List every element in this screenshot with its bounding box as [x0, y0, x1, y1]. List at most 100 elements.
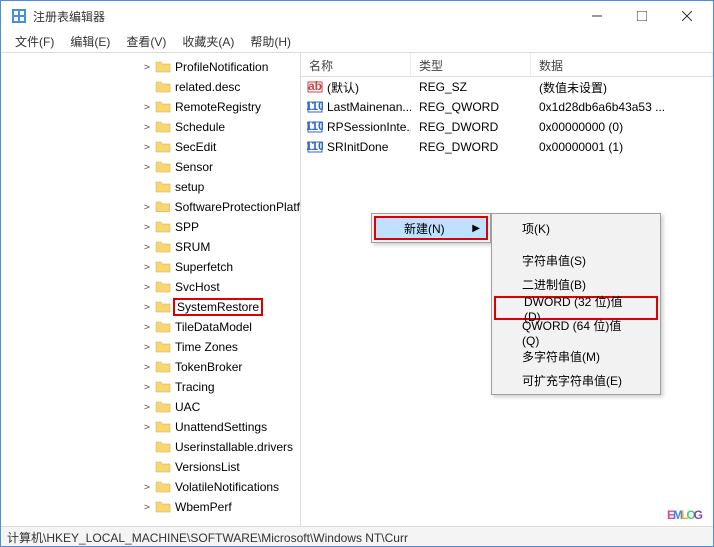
- ctx-expandstr[interactable]: 可扩充字符串值(E): [494, 368, 658, 392]
- tree-label: Superfetch: [175, 260, 233, 274]
- ctx-qword[interactable]: QWORD (64 位)值(Q): [494, 320, 658, 344]
- expand-icon[interactable]: >: [141, 321, 153, 333]
- maximize-button[interactable]: [619, 1, 664, 31]
- expand-icon[interactable]: >: [141, 501, 153, 513]
- tree-item[interactable]: Userinstallable.drivers: [1, 437, 300, 457]
- tree-item[interactable]: > TileDataModel: [1, 317, 300, 337]
- folder-icon: [155, 479, 171, 495]
- tree-item[interactable]: >Tracing: [1, 377, 300, 397]
- watermark: EMLOG: [667, 508, 701, 522]
- tree-item[interactable]: > Superfetch: [1, 257, 300, 277]
- tree-label: SRUM: [175, 240, 210, 254]
- expand-icon[interactable]: [141, 181, 153, 193]
- folder-icon: [155, 119, 171, 135]
- folder-icon: [155, 59, 171, 75]
- expand-icon[interactable]: >: [141, 281, 153, 293]
- ctx-string[interactable]: 字符串值(S): [494, 248, 658, 272]
- tree-label: TileDataModel: [175, 320, 252, 334]
- col-name[interactable]: 名称: [301, 53, 411, 76]
- folder-icon: [155, 79, 171, 95]
- expand-icon[interactable]: >: [141, 161, 153, 173]
- tree-item[interactable]: >Sensor: [1, 157, 300, 177]
- menu-edit[interactable]: 编辑(E): [62, 31, 118, 52]
- tree-item[interactable]: > SvcHost: [1, 277, 300, 297]
- expand-icon[interactable]: >: [141, 421, 153, 433]
- tree-pane[interactable]: >ProfileNotificationrelated.desc>RemoteR…: [1, 53, 301, 527]
- list-row[interactable]: 110LastMainenan...REG_QWORD0x1d28db6a6b4…: [301, 97, 713, 117]
- binary-icon: 110: [307, 119, 323, 135]
- binary-icon: 110: [307, 99, 323, 115]
- expand-icon[interactable]: >: [141, 361, 153, 373]
- list-row[interactable]: 110SRInitDoneREG_DWORD0x00000001 (1): [301, 137, 713, 157]
- tree-label: UAC: [175, 400, 200, 414]
- ctx-multistr[interactable]: 多字符串值(M): [494, 344, 658, 368]
- context-submenu: 项(K) 字符串值(S) 二进制值(B) DWORD (32 位)值(D) QW…: [491, 213, 661, 395]
- expand-icon[interactable]: >: [141, 261, 153, 273]
- tree-item[interactable]: >WbemPerf: [1, 497, 300, 517]
- folder-icon: [155, 179, 171, 195]
- expand-icon[interactable]: >: [141, 481, 153, 493]
- folder-icon: [155, 439, 171, 455]
- tree-label: VersionsList: [175, 460, 240, 474]
- ctx-new[interactable]: 新建(N) ▶: [374, 216, 488, 240]
- menu-view[interactable]: 查看(V): [118, 31, 174, 52]
- svg-text:ab: ab: [308, 79, 322, 93]
- tree-item[interactable]: >SPP: [1, 217, 300, 237]
- expand-icon[interactable]: >: [141, 401, 153, 413]
- expand-icon[interactable]: >: [141, 381, 153, 393]
- svg-text:110: 110: [307, 139, 323, 153]
- tree-label: Time Zones: [175, 340, 238, 354]
- tree-label: UnattendSettings: [175, 420, 267, 434]
- expand-icon[interactable]: >: [141, 301, 153, 313]
- minimize-button[interactable]: [574, 1, 619, 31]
- value-data: 0x1d28db6a6b43a53 ...: [531, 100, 713, 114]
- expand-icon[interactable]: >: [141, 101, 153, 113]
- expand-icon[interactable]: >: [141, 201, 153, 213]
- expand-icon[interactable]: [141, 461, 153, 473]
- tree-item[interactable]: > Schedule: [1, 117, 300, 137]
- svg-text:110: 110: [307, 119, 323, 133]
- tree-item[interactable]: VersionsList: [1, 457, 300, 477]
- tree-item[interactable]: > UAC: [1, 397, 300, 417]
- folder-icon: [155, 359, 171, 375]
- expand-icon[interactable]: >: [141, 61, 153, 73]
- tree-item[interactable]: > SRUM: [1, 237, 300, 257]
- window-title: 注册表编辑器: [33, 8, 574, 25]
- tree-item[interactable]: >SystemRestore: [1, 297, 300, 317]
- tree-item[interactable]: >RemoteRegistry: [1, 97, 300, 117]
- tree-item[interactable]: related.desc: [1, 77, 300, 97]
- regedit-icon: [11, 8, 27, 24]
- expand-icon[interactable]: >: [141, 141, 153, 153]
- expand-icon[interactable]: [141, 81, 153, 93]
- menu-help[interactable]: 帮助(H): [242, 31, 299, 52]
- tree-item[interactable]: >ProfileNotification: [1, 57, 300, 77]
- expand-icon[interactable]: >: [141, 221, 153, 233]
- expand-icon[interactable]: >: [141, 241, 153, 253]
- menu-favorites[interactable]: 收藏夹(A): [174, 31, 242, 52]
- folder-icon: [155, 159, 171, 175]
- tree-item[interactable]: >TokenBroker: [1, 357, 300, 377]
- folder-icon: [155, 139, 171, 155]
- close-button[interactable]: [664, 1, 709, 31]
- menu-file[interactable]: 文件(F): [7, 31, 62, 52]
- tree-item[interactable]: >VolatileNotifications: [1, 477, 300, 497]
- expand-icon[interactable]: [141, 441, 153, 453]
- list-row[interactable]: 110RPSessionInte...REG_DWORD0x00000000 (…: [301, 117, 713, 137]
- value-type: REG_QWORD: [411, 100, 531, 114]
- tree-item[interactable]: >SoftwareProtectionPlatf: [1, 197, 300, 217]
- expand-icon[interactable]: >: [141, 341, 153, 353]
- tree-label: Userinstallable.drivers: [175, 440, 293, 454]
- list-row[interactable]: ab(默认)REG_SZ(数值未设置): [301, 77, 713, 97]
- tree-item[interactable]: > Time Zones: [1, 337, 300, 357]
- tree-label: SvcHost: [175, 280, 220, 294]
- ctx-key[interactable]: 项(K): [494, 216, 658, 240]
- col-type[interactable]: 类型: [411, 53, 531, 76]
- col-data[interactable]: 数据: [531, 53, 713, 76]
- tree-item[interactable]: setup: [1, 177, 300, 197]
- value-name: RPSessionInte...: [327, 120, 411, 134]
- tree-item[interactable]: >SecEdit: [1, 137, 300, 157]
- expand-icon[interactable]: >: [141, 121, 153, 133]
- tree-item[interactable]: > UnattendSettings: [1, 417, 300, 437]
- list-header: 名称 类型 数据: [301, 53, 713, 77]
- tree-label: Schedule: [175, 120, 225, 134]
